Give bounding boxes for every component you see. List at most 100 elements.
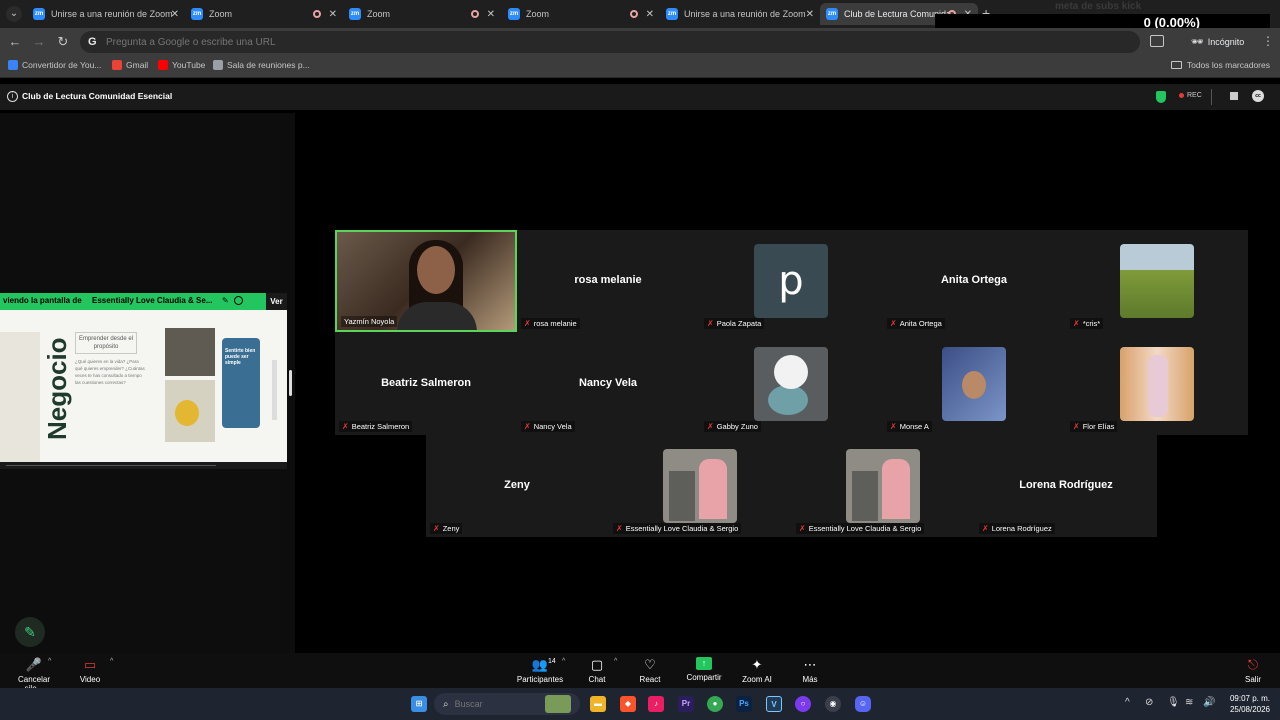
- participant-name-label: ✗ *cris*: [1070, 318, 1104, 329]
- zoom-favicon-icon: zm: [666, 8, 678, 20]
- network-off-icon[interactable]: ⊘: [1145, 697, 1153, 708]
- side-panel-icon[interactable]: [1150, 35, 1164, 47]
- annotate-pencil-icon[interactable]: ✎: [15, 617, 45, 647]
- tab-search-icon[interactable]: ⌄: [6, 6, 22, 22]
- leave-label: Salir: [1244, 675, 1261, 684]
- address-bar[interactable]: G: [80, 31, 1140, 53]
- clock-date: 25/08/2026: [1229, 705, 1270, 714]
- browser-tab[interactable]: zm Zoom ✕: [343, 3, 501, 25]
- vegas-icon[interactable]: V: [766, 696, 782, 712]
- bookmark-item[interactable]: YouTube: [158, 60, 205, 70]
- participant-tile[interactable]: p ✗ Paola Zapata: [700, 230, 882, 332]
- sparkle-icon: ✦: [751, 657, 763, 672]
- taskbar-search[interactable]: ⌕: [434, 693, 580, 715]
- chat-button[interactable]: ▢ Chat: [584, 657, 610, 684]
- share-screen-button[interactable]: ↑ Compartir: [684, 657, 724, 682]
- participants-button[interactable]: 👥 14 Participantes: [516, 657, 564, 684]
- back-icon[interactable]: ←: [7, 34, 23, 49]
- participant-avatar: [754, 347, 828, 421]
- info-icon[interactable]: i: [7, 91, 18, 102]
- participant-tile[interactable]: ✗ *cris*: [1066, 230, 1248, 332]
- participant-display-name: Nancy Vela: [578, 377, 638, 389]
- mic-muted-icon: ✗: [890, 422, 897, 431]
- chevron-icon[interactable]: [234, 296, 243, 305]
- bookmark-item[interactable]: Sala de reuniones p...: [213, 60, 310, 70]
- react-button[interactable]: ♡ React: [636, 657, 664, 684]
- close-tab-icon[interactable]: ✕: [487, 9, 495, 20]
- chrome-icon[interactable]: ●: [707, 696, 723, 712]
- recording-indicator[interactable]: REC: [1179, 92, 1202, 99]
- captions-icon[interactable]: cc: [1252, 90, 1264, 102]
- close-tab-icon[interactable]: ✕: [171, 9, 179, 20]
- video-button[interactable]: ▭ Video: [76, 657, 104, 684]
- discord-icon[interactable]: ☺: [855, 696, 871, 712]
- participant-tile[interactable]: Lorena Rodríguez ✗ Lorena Rodríguez: [975, 435, 1157, 537]
- panel-resize-handle[interactable]: [289, 370, 292, 396]
- share-presenter: Essentially Love Claudia & Se...: [92, 296, 213, 305]
- browser-tab[interactable]: zm Zoom ✕: [185, 3, 343, 25]
- leave-icon: ⎋: [1247, 657, 1259, 672]
- search-highlight-icon: [544, 695, 571, 713]
- menu-icon[interactable]: ⋮: [1262, 34, 1274, 48]
- close-tab-icon[interactable]: ✕: [329, 9, 337, 20]
- participant-avatar: [1120, 347, 1194, 421]
- start-icon[interactable]: ⊞: [411, 696, 427, 712]
- taskbar-clock[interactable]: 09:07 p. m. 25/08/2026: [1222, 693, 1270, 715]
- bookmark-item[interactable]: Gmail: [112, 60, 148, 70]
- participant-display-name: Lorena Rodríguez: [1019, 479, 1113, 491]
- participant-tile[interactable]: Yazmín Noyola: [335, 230, 517, 332]
- participant-tile[interactable]: Zeny ✗ Zeny: [426, 435, 608, 537]
- meeting-title: Club de Lectura Comunidad Esencial: [22, 91, 173, 101]
- taskbar-search-input[interactable]: [454, 699, 545, 709]
- participant-tile[interactable]: ✗ Essentially Love Claudia & Sergio: [792, 435, 974, 537]
- participant-tile[interactable]: Nancy Vela ✗ Nancy Vela: [517, 333, 699, 435]
- incognito-badge[interactable]: 🕶 Incógnito: [1183, 33, 1253, 51]
- participant-tile[interactable]: Beatriz Salmeron ✗ Beatriz Salmeron: [335, 333, 517, 435]
- participant-tile[interactable]: Anita Ortega ✗ Anita Ortega: [883, 230, 1065, 332]
- participant-tile[interactable]: ✗ Monse A: [883, 333, 1065, 435]
- participant-tile[interactable]: ✗ Flor Elías: [1066, 333, 1248, 435]
- meeting-toolbar: 🎤 Cancelar sile... ^ ▭ Video ^ 👥 14 Part…: [0, 653, 1280, 693]
- more-button[interactable]: ⋯ Más: [800, 657, 820, 684]
- mic-muted-icon: ✗: [616, 524, 623, 533]
- brave-icon[interactable]: ◆: [620, 696, 636, 712]
- obs-icon[interactable]: ◉: [825, 696, 841, 712]
- volume-icon[interactable]: 🔊: [1203, 697, 1215, 708]
- participant-tile[interactable]: rosa melanie ✗ rosa melanie: [517, 230, 699, 332]
- view-grid-icon[interactable]: [1230, 92, 1238, 100]
- wifi-icon[interactable]: ≋: [1185, 697, 1193, 708]
- mic-tray-icon[interactable]: 🎙: [1167, 697, 1180, 708]
- tray-chevron-icon[interactable]: ^: [1125, 697, 1130, 708]
- participant-tile[interactable]: ✗ Gabby Zuno: [700, 333, 882, 435]
- participant-tile[interactable]: ✗ Essentially Love Claudia & Sergio: [609, 435, 791, 537]
- all-bookmarks[interactable]: Todos los marcadores: [1170, 60, 1270, 70]
- browser-tab[interactable]: zm Zoom ✕: [502, 3, 660, 25]
- more-dots-icon: ⋯: [803, 657, 817, 672]
- zoom-ai-button[interactable]: ✦ Zoom AI: [740, 657, 774, 684]
- slide-sidebar: [0, 332, 40, 462]
- forward-icon[interactable]: →: [31, 34, 47, 49]
- file-explorer-icon[interactable]: ▬: [590, 696, 606, 712]
- participant-name: *cris*: [1082, 319, 1101, 328]
- participant-name: Essentially Love Claudia & Sergio: [808, 524, 922, 533]
- bookmark-item[interactable]: Convertidor de You...: [8, 60, 101, 70]
- address-input[interactable]: [106, 36, 1006, 48]
- close-tab-icon[interactable]: ✕: [646, 9, 654, 20]
- mic-muted-icon: ✗: [524, 422, 531, 431]
- browser-tab[interactable]: zm Unirse a una reunión de Zoom ✕: [660, 3, 820, 25]
- reload-icon[interactable]: ↻: [55, 34, 71, 50]
- close-tab-icon[interactable]: ✕: [806, 9, 814, 20]
- leave-button[interactable]: ⎋ Salir: [1242, 657, 1264, 684]
- rec-label: REC: [1187, 92, 1202, 99]
- shield-icon[interactable]: [1156, 91, 1166, 103]
- premiere-icon[interactable]: Pr: [678, 696, 694, 712]
- mic-muted-icon: ✗: [524, 319, 531, 328]
- chat-label: Chat: [588, 675, 606, 684]
- view-options-button[interactable]: Ver: [266, 293, 287, 310]
- browser-tab[interactable]: zm Unirse a una reunión de Zoom ✕: [27, 3, 185, 25]
- app-circle-icon[interactable]: ○: [795, 696, 811, 712]
- tiktok-icon[interactable]: ♪: [648, 696, 664, 712]
- recording-icon: [313, 10, 321, 18]
- mic-muted-icon: ✗: [982, 524, 989, 533]
- photoshop-icon[interactable]: Ps: [736, 696, 752, 712]
